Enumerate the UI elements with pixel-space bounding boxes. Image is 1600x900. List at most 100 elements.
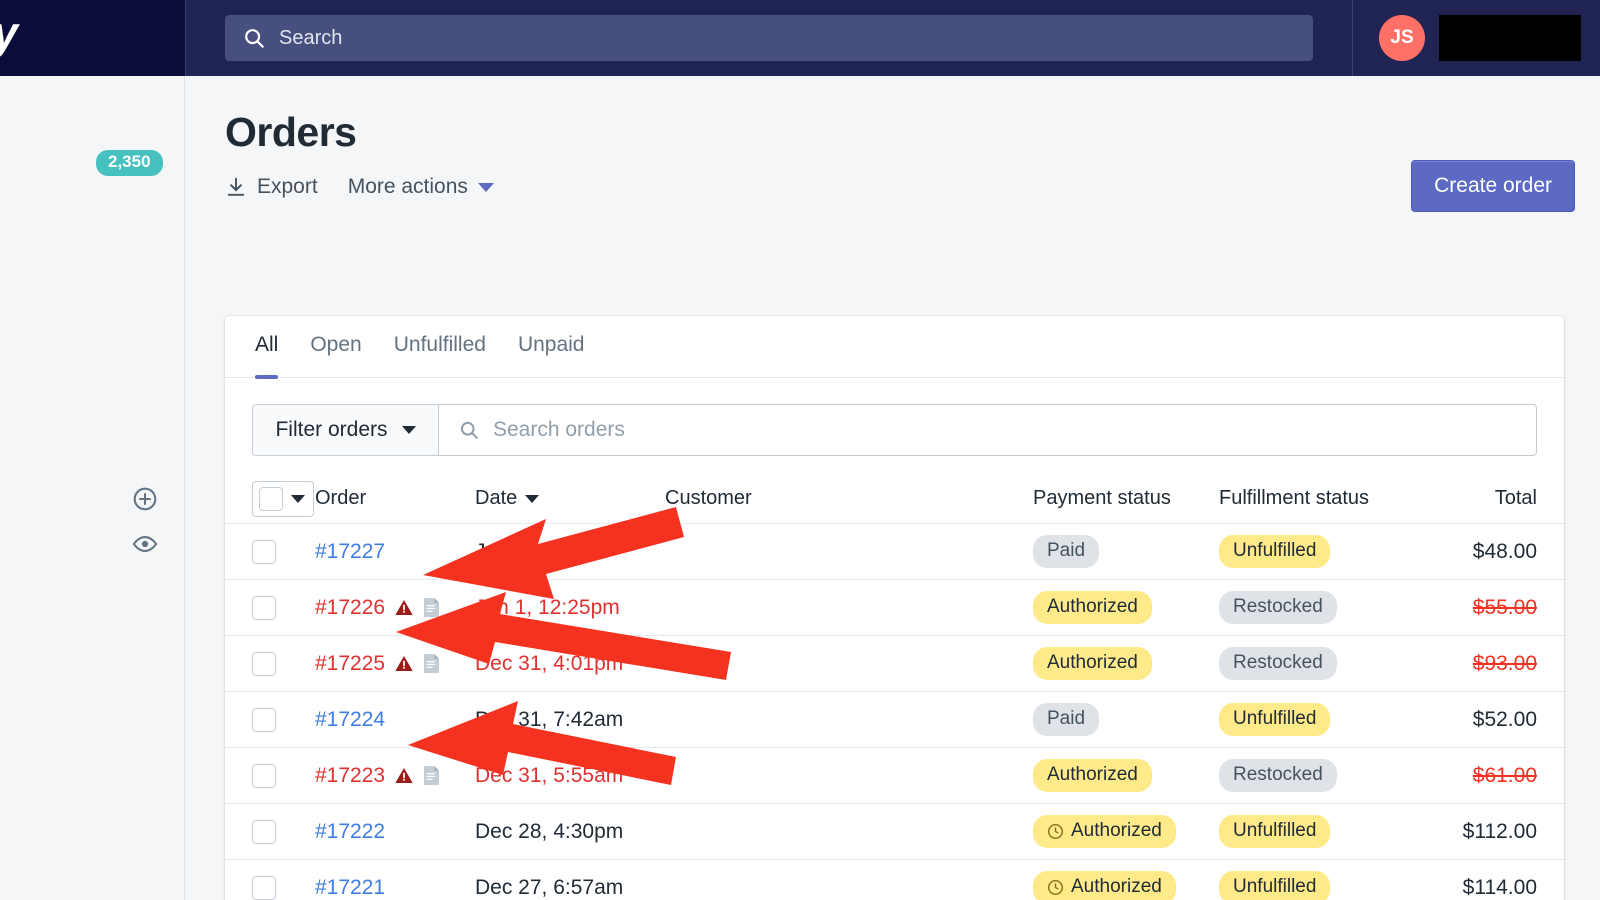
column-header-fulfillment-status[interactable]: Fulfillment status	[1219, 487, 1409, 510]
table-row[interactable]: #17225 Dec 31, 4:01pm Authorized Restocked $…	[225, 636, 1564, 692]
tab-open[interactable]: Open	[300, 333, 371, 379]
app-logo[interactable]: fy	[0, 0, 185, 76]
order-total: $48.00	[1472, 539, 1537, 563]
date-cell: Dec 31, 5:55am	[475, 764, 665, 788]
sidebar-item-customers[interactable]: ers	[0, 316, 182, 356]
row-select-cell	[252, 539, 315, 564]
filter-orders-button[interactable]: Filter orders	[253, 405, 439, 455]
order-link[interactable]: #17221	[315, 876, 385, 900]
top-bar-main: Search JS	[185, 0, 1600, 76]
order-link[interactable]: #17222	[315, 820, 385, 844]
sidebar-channel-buy-button[interactable]: ton	[0, 596, 182, 636]
top-bar: fy Search JS	[0, 0, 1600, 76]
column-header-date[interactable]: Date	[475, 487, 665, 510]
payment-status-cell: Authorized	[1033, 871, 1219, 900]
fulfillment-status-label: Unfulfilled	[1233, 540, 1317, 562]
order-link[interactable]: #17225	[315, 652, 385, 676]
warning-triangle-icon[interactable]	[394, 598, 414, 617]
row-checkbox[interactable]	[252, 539, 276, 564]
filter-orders-label: Filter orders	[275, 418, 388, 441]
plus-circle-icon[interactable]	[132, 486, 158, 512]
sidebar-item-products[interactable]: s	[0, 272, 182, 312]
global-search-placeholder: Search	[279, 26, 343, 49]
row-checkbox[interactable]	[252, 707, 276, 732]
select-all-cell	[252, 480, 315, 517]
payment-status-cell: Authorized	[1033, 647, 1219, 680]
create-order-button[interactable]: Create order	[1411, 160, 1575, 212]
warning-triangle-icon[interactable]	[394, 654, 414, 673]
page-title: Orders	[225, 109, 357, 155]
row-select-cell	[252, 875, 315, 900]
fulfillment-status-badge: Restocked	[1219, 647, 1337, 680]
order-date: Dec 28, 4:30pm	[475, 819, 624, 843]
table-row[interactable]: #17222 Dec 28, 4:30pm Authorized Unfulfille…	[225, 804, 1564, 860]
row-checkbox[interactable]	[252, 651, 276, 676]
column-header-customer[interactable]: Customer	[665, 487, 1033, 510]
total-cell: $55.00	[1409, 596, 1537, 620]
table-row[interactable]: #17224 Dec 31, 7:42am Paid Unfulfilled $52.0…	[225, 692, 1564, 748]
tab-unpaid[interactable]: Unpaid	[508, 333, 595, 379]
tab-label: Unfulfilled	[393, 333, 486, 356]
row-checkbox[interactable]	[252, 819, 276, 844]
sidebar-item-orders[interactable]: rs	[0, 186, 182, 226]
note-document-icon[interactable]	[423, 597, 440, 618]
tab-label: All	[255, 333, 279, 356]
fulfillment-status-label: Unfulfilled	[1233, 820, 1317, 842]
note-document-icon[interactable]	[423, 765, 440, 786]
table-row[interactable]: #17221 Dec 27, 6:57am Authorized Unfulfille…	[225, 860, 1564, 900]
fulfillment-status-cell: Unfulfilled	[1219, 703, 1409, 736]
order-link[interactable]: #17226	[315, 596, 385, 620]
order-cell: #17227	[315, 540, 475, 564]
table-row[interactable]: #17227 Jan 3, 2:05am Paid Unfulfilled $48.00	[225, 524, 1564, 580]
fulfillment-status-cell: Restocked	[1219, 591, 1409, 624]
note-document-icon[interactable]	[423, 653, 440, 674]
order-link[interactable]: #17223	[315, 764, 385, 788]
more-actions-button[interactable]: More actions	[348, 175, 494, 199]
order-link[interactable]: #17227	[315, 540, 385, 564]
column-header-payment-status[interactable]: Payment status	[1033, 487, 1219, 510]
sidebar: 2,350 rs s ers s ELS tore ton ok Sale	[0, 76, 185, 900]
chevron-down-icon[interactable]	[291, 494, 305, 503]
global-search-input[interactable]: Search	[225, 15, 1313, 61]
payment-status-cell: Authorized	[1033, 815, 1219, 848]
fulfillment-status-badge: Restocked	[1219, 759, 1337, 792]
sidebar-channel-facebook[interactable]: ok	[0, 646, 182, 686]
search-orders-input[interactable]: Search orders	[439, 405, 1536, 455]
column-header-order[interactable]: Order	[315, 487, 475, 510]
row-select-cell	[252, 707, 315, 732]
table-row[interactable]: #17226 Jan 1, 12:25pm Authorized Restocked $…	[225, 580, 1564, 636]
fulfillment-status-badge: Unfulfilled	[1219, 703, 1331, 736]
select-all-checkbox[interactable]	[259, 486, 283, 511]
search-orders-placeholder: Search orders	[493, 418, 625, 441]
total-cell: $112.00	[1409, 820, 1537, 844]
sidebar-channel-point-of-sale[interactable]: Sale	[0, 696, 182, 736]
avatar[interactable]: JS	[1379, 15, 1425, 61]
sidebar-item-analytics[interactable]: s	[0, 361, 182, 401]
payment-status-label: Authorized	[1047, 764, 1138, 786]
select-all-checkbox-group[interactable]	[252, 480, 314, 517]
account-area[interactable]: JS	[1352, 0, 1600, 76]
column-header-total[interactable]: Total	[1409, 487, 1537, 510]
order-link[interactable]: #17224	[315, 708, 385, 732]
export-button[interactable]: Export	[225, 175, 318, 199]
fulfillment-status-badge: Unfulfilled	[1219, 535, 1331, 568]
orders-card: All Open Unfulfilled Unpaid Filter order…	[225, 316, 1564, 900]
export-label: Export	[257, 175, 318, 198]
row-checkbox[interactable]	[252, 595, 276, 620]
eye-icon[interactable]	[132, 531, 158, 557]
tab-unfulfilled[interactable]: Unfulfilled	[384, 333, 496, 379]
row-checkbox[interactable]	[252, 875, 276, 900]
chevron-down-icon	[401, 426, 416, 434]
more-actions-label: More actions	[347, 175, 468, 198]
warning-triangle-icon[interactable]	[394, 766, 414, 785]
payment-status-label: Authorized	[1047, 652, 1138, 674]
search-icon	[460, 421, 478, 439]
order-date: Dec 31, 5:55am	[475, 763, 624, 787]
row-checkbox[interactable]	[252, 763, 276, 788]
order-cell: #17222	[315, 820, 475, 844]
tab-all[interactable]: All	[245, 333, 288, 379]
fulfillment-status-label: Unfulfilled	[1233, 876, 1317, 898]
table-row[interactable]: #17223 Dec 31, 5:55am Authorized Restocked $…	[225, 748, 1564, 804]
date-cell: Dec 28, 4:30pm	[475, 820, 665, 844]
payment-status-badge: Authorized	[1033, 647, 1152, 680]
